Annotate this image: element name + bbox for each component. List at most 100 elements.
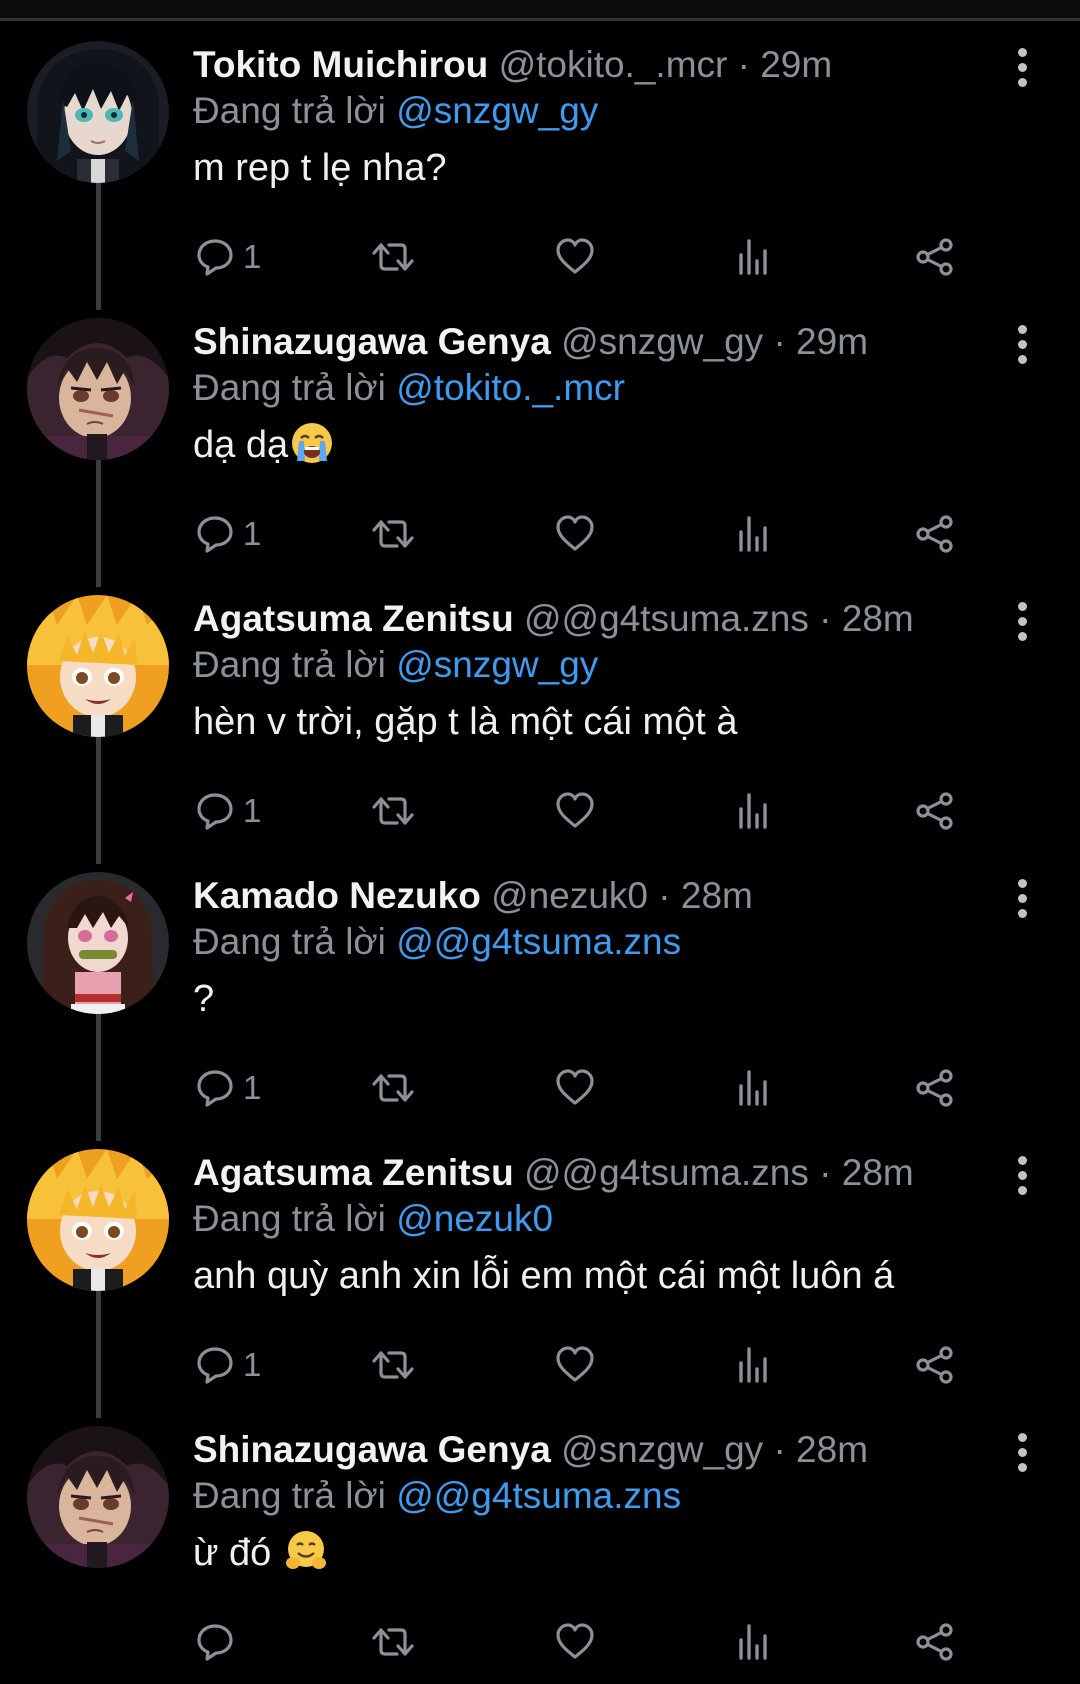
- analytics-bars-icon: [739, 516, 767, 552]
- analytics-bars-icon: [739, 793, 767, 829]
- retweet-button[interactable]: [371, 1616, 415, 1668]
- author-handle[interactable]: @@g4tsuma.zns: [524, 1152, 809, 1193]
- author-handle[interactable]: @@g4tsuma.zns: [524, 598, 809, 639]
- views-button[interactable]: [732, 231, 776, 283]
- reply-button[interactable]: 1: [193, 231, 261, 283]
- like-button[interactable]: [553, 785, 597, 837]
- tweet-text: hèn v trời, gặp t là một cái một à: [193, 698, 1013, 746]
- timestamp[interactable]: 29m: [796, 321, 868, 362]
- more-options-button[interactable]: [1012, 602, 1032, 642]
- more-options-button[interactable]: [1012, 48, 1032, 88]
- reply-count: 1: [243, 515, 262, 552]
- share-button[interactable]: [913, 231, 957, 283]
- more-options-button[interactable]: [1012, 325, 1032, 365]
- analytics-bars-icon: [739, 1624, 767, 1660]
- more-options-button[interactable]: [1012, 1156, 1032, 1196]
- tweet-thread: Tokito Muichirou @tokito._.mcr · 29m Đan…: [0, 20, 1080, 1682]
- tweet-header: Agatsuma Zenitsu @@g4tsuma.zns · 28m: [193, 1150, 1013, 1196]
- author-handle[interactable]: @snzgw_gy: [561, 321, 763, 362]
- avatar-zenitsu[interactable]: [27, 595, 169, 737]
- timestamp[interactable]: 29m: [760, 44, 832, 85]
- tweet[interactable]: Shinazugawa Genya @snzgw_gy · 28m Đang t…: [0, 1405, 1080, 1682]
- tweet-text: ừ đó: [193, 1529, 1013, 1577]
- retweet-button[interactable]: [371, 508, 415, 560]
- retweet-button[interactable]: [371, 785, 415, 837]
- reply-button[interactable]: 1: [193, 1062, 261, 1114]
- tweet[interactable]: Agatsuma Zenitsu @@g4tsuma.zns · 28m Đan…: [0, 574, 1080, 864]
- author-name[interactable]: Kamado Nezuko: [193, 875, 481, 916]
- more-options-button[interactable]: [1012, 1433, 1032, 1473]
- author-handle[interactable]: @snzgw_gy: [561, 1429, 763, 1470]
- like-button[interactable]: [553, 1062, 597, 1114]
- author-name[interactable]: Agatsuma Zenitsu: [193, 1152, 514, 1193]
- share-icon: [916, 1069, 953, 1107]
- retweet-button[interactable]: [371, 1339, 415, 1391]
- share-button[interactable]: [913, 785, 957, 837]
- author-handle[interactable]: @tokito._.mcr: [499, 44, 728, 85]
- like-button[interactable]: [553, 508, 597, 560]
- like-button[interactable]: [553, 1339, 597, 1391]
- timestamp[interactable]: 28m: [842, 1152, 914, 1193]
- avatar-genya[interactable]: [27, 318, 169, 460]
- replying-to: Đang trả lời @snzgw_gy: [193, 642, 1013, 688]
- reply-mention-link[interactable]: @nezuk0: [396, 1198, 553, 1239]
- tweet-content: Tokito Muichirou @tokito._.mcr · 29m Đan…: [193, 42, 1013, 192]
- author-name[interactable]: Tokito Muichirou: [193, 44, 488, 85]
- like-button[interactable]: [553, 231, 597, 283]
- reply-mention-link[interactable]: @snzgw_gy: [396, 644, 598, 685]
- views-button[interactable]: [732, 1062, 776, 1114]
- share-button[interactable]: [913, 508, 957, 560]
- reply-count: 1: [243, 792, 262, 829]
- views-button[interactable]: [732, 1339, 776, 1391]
- author-name[interactable]: Shinazugawa Genya: [193, 1429, 551, 1470]
- reply-button[interactable]: 1: [193, 1339, 261, 1391]
- retweet-button[interactable]: [371, 231, 415, 283]
- tweet-header: Shinazugawa Genya @snzgw_gy · 28m: [193, 1427, 1013, 1473]
- replying-to: Đang trả lời @nezuk0: [193, 1196, 1013, 1242]
- tweet[interactable]: Shinazugawa Genya @snzgw_gy · 29m Đang t…: [0, 297, 1080, 587]
- reply-mention-link[interactable]: @@g4tsuma.zns: [396, 921, 681, 962]
- tweet-actions: 1: [193, 1339, 1033, 1391]
- tweet-text: dạ dạ: [193, 421, 1013, 469]
- views-button[interactable]: [732, 1616, 776, 1668]
- share-button[interactable]: [913, 1339, 957, 1391]
- author-name[interactable]: Shinazugawa Genya: [193, 321, 551, 362]
- timestamp[interactable]: 28m: [842, 598, 914, 639]
- reply-button[interactable]: 1: [193, 508, 261, 560]
- author-name[interactable]: Agatsuma Zenitsu: [193, 598, 514, 639]
- replying-to: Đang trả lời @@g4tsuma.zns: [193, 919, 1013, 965]
- retweet-button[interactable]: [371, 1062, 415, 1114]
- reply-mention-link[interactable]: @tokito._.mcr: [396, 367, 625, 408]
- share-icon: [916, 238, 953, 276]
- timestamp[interactable]: 28m: [796, 1429, 868, 1470]
- tweet[interactable]: Agatsuma Zenitsu @@g4tsuma.zns · 28m Đan…: [0, 1128, 1080, 1418]
- more-dot: [1017, 355, 1027, 364]
- share-button[interactable]: [913, 1062, 957, 1114]
- avatar-tokito[interactable]: [27, 41, 169, 183]
- thread-connector-line: [96, 1288, 101, 1418]
- analytics-bars-icon: [739, 1347, 767, 1383]
- share-button[interactable]: [913, 1616, 957, 1668]
- avatar-genya[interactable]: [27, 1426, 169, 1568]
- reply-button[interactable]: 1: [193, 785, 261, 837]
- author-handle[interactable]: @nezuk0: [491, 875, 648, 916]
- tweet[interactable]: Tokito Muichirou @tokito._.mcr · 29m Đan…: [0, 20, 1080, 310]
- reply-mention-link[interactable]: @@g4tsuma.zns: [396, 1475, 681, 1516]
- more-options-button[interactable]: [1012, 879, 1032, 919]
- tweet[interactable]: Kamado Nezuko @nezuk0 · 28m Đang trả lời…: [0, 851, 1080, 1141]
- tweet-text: anh quỳ anh xin lỗi em một cái một luôn …: [193, 1252, 1013, 1300]
- views-button[interactable]: [732, 508, 776, 560]
- timestamp[interactable]: 28m: [681, 875, 753, 916]
- avatar-nezuko[interactable]: [27, 872, 169, 1014]
- avatar-zenitsu[interactable]: [27, 1149, 169, 1291]
- reply-button[interactable]: [193, 1616, 243, 1668]
- tweet-actions: [193, 1616, 1033, 1668]
- like-button[interactable]: [553, 1616, 597, 1668]
- reply-mention-link[interactable]: @snzgw_gy: [396, 90, 598, 131]
- views-button[interactable]: [732, 785, 776, 837]
- heart-icon: [556, 1346, 594, 1382]
- heart-icon: [556, 1623, 594, 1659]
- more-dot: [1017, 63, 1027, 72]
- retweet-icon: [372, 520, 414, 548]
- tweet-actions: 1: [193, 508, 1033, 560]
